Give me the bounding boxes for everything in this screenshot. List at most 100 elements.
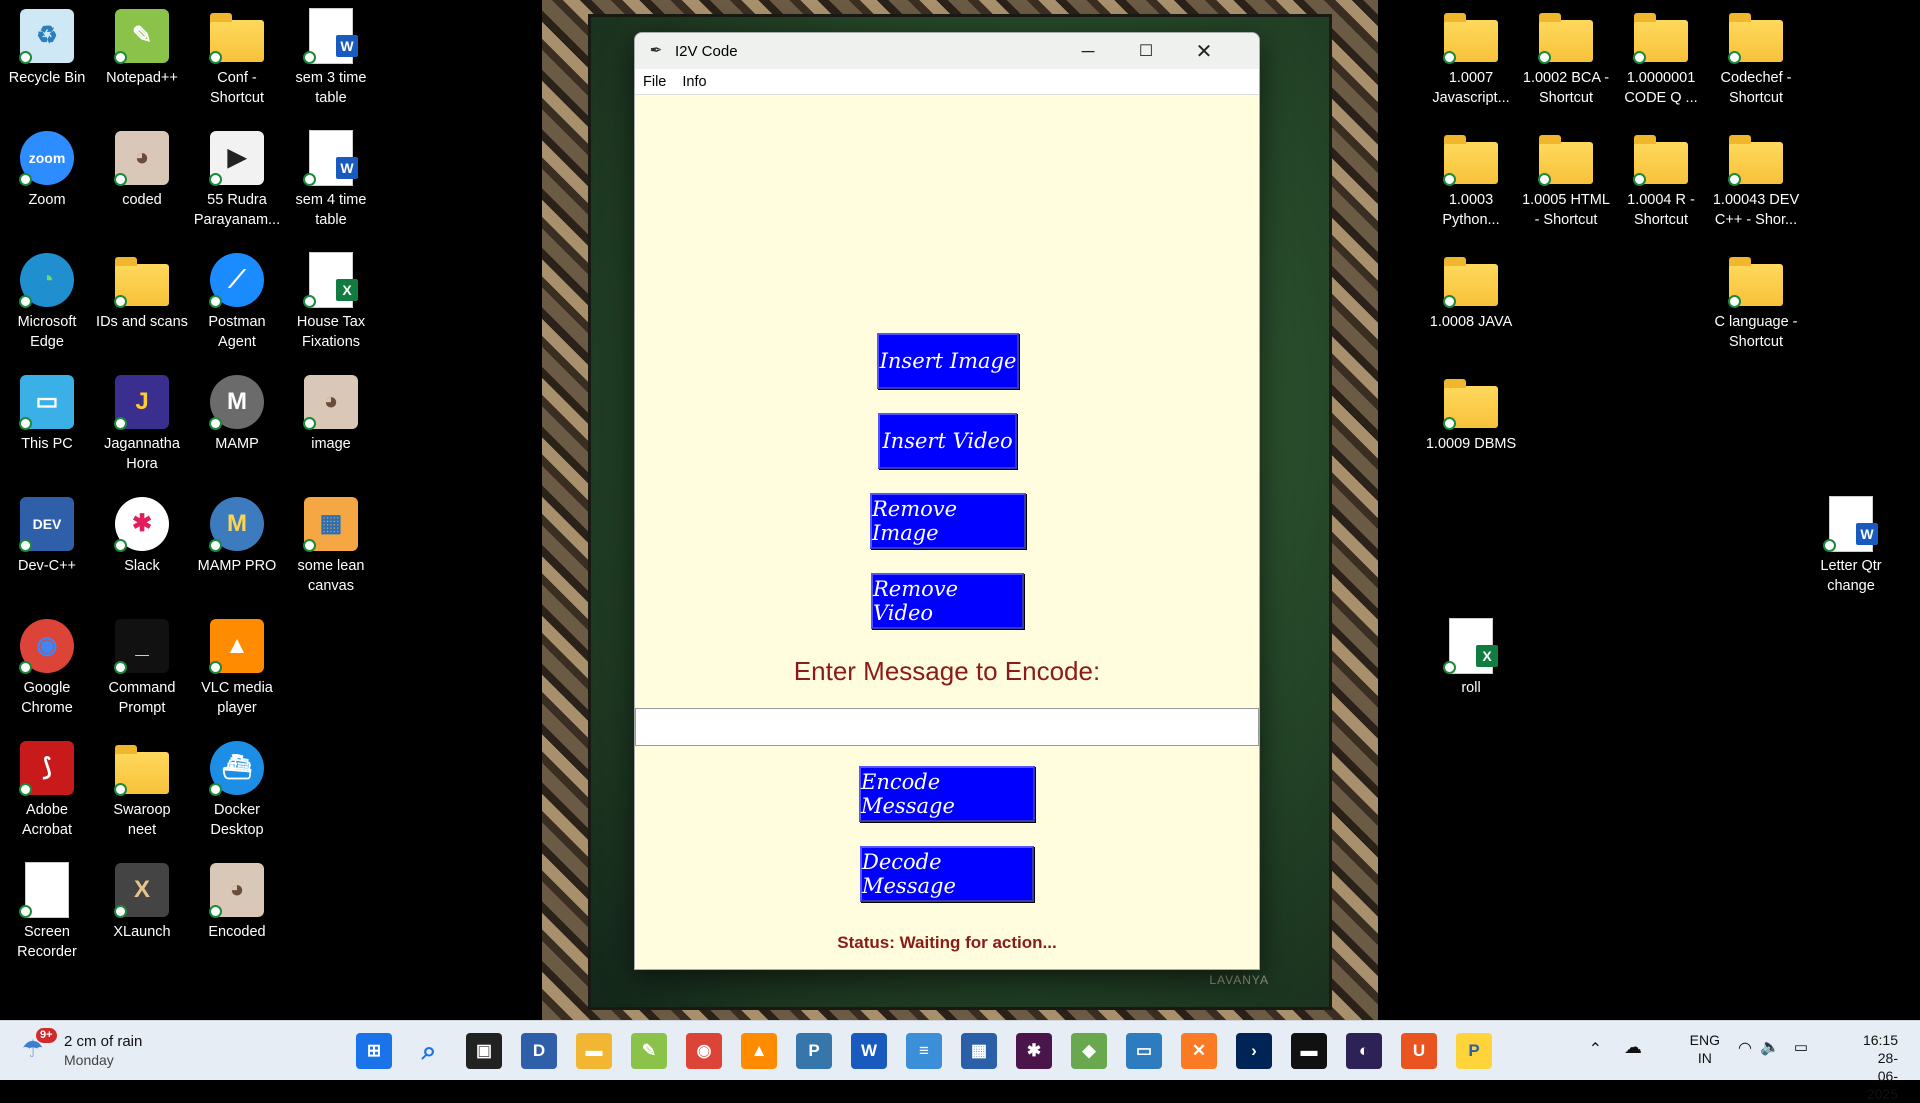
desktop-icon[interactable]: Conf - Shortcut [190, 6, 284, 108]
desktop-icon-label: Command Prompt [108, 680, 176, 716]
encode-message-button[interactable]: Encode Message [859, 766, 1035, 822]
desktop-icon[interactable]: C language - Shortcut [1709, 250, 1803, 352]
terminal-icon: _ [112, 616, 172, 676]
desktop-icon[interactable]: 1.0005 HTML - Shortcut [1519, 128, 1613, 230]
desktop-icon[interactable]: 1.0009 DBMS [1424, 372, 1518, 454]
blank-file-icon [17, 860, 77, 920]
sync-check-icon [209, 417, 222, 430]
desktop-icon[interactable]: Screen Recorder [0, 860, 94, 962]
taskbar-python-icon[interactable]: P [796, 1033, 832, 1069]
desktop-icon[interactable]: 1.0007 Javascript... [1424, 6, 1518, 108]
taskbar-eclipse-icon[interactable]: ◐ [1346, 1033, 1382, 1069]
maximize-button[interactable]: ☐ [1117, 33, 1175, 69]
desktop-icon[interactable]: W Letter Qtr change [1804, 494, 1898, 596]
taskbar-vlc-icon[interactable]: ▲ [741, 1033, 777, 1069]
sync-check-icon [1728, 173, 1741, 186]
insert-video-button[interactable]: Insert Video [878, 413, 1017, 469]
message-input[interactable] [635, 708, 1259, 746]
taskbar-store-icon[interactable]: ▦ [961, 1033, 997, 1069]
desktop-icon[interactable]: 1.0003 Python... [1424, 128, 1518, 230]
taskbar-windows-start-icon[interactable]: ⊞ [356, 1033, 392, 1069]
taskbar-notepad-plus-plus-icon[interactable]: ✎ [631, 1033, 667, 1069]
chevron-up-icon[interactable]: ⌃ [1589, 1039, 1602, 1059]
remove-video-button[interactable]: Remove Video [871, 573, 1024, 629]
desktop-icon[interactable]: 1.0000001 CODE Q ... [1614, 6, 1708, 108]
desktop-icon[interactable]: Xroll [1424, 616, 1518, 698]
sync-check-icon [303, 51, 316, 64]
window-title: I2V Code [675, 42, 738, 60]
taskbar-notepad-icon[interactable]: ≡ [906, 1033, 942, 1069]
desktop-icon[interactable]: M MAMP PRO [190, 494, 284, 576]
desktop-icon[interactable]: Codechef - Shortcut [1709, 6, 1803, 108]
desktop-icon[interactable]: DEV Dev-C++ [0, 494, 94, 576]
sync-check-icon [209, 661, 222, 674]
desktop-icon[interactable]: ✱ Slack [95, 494, 189, 576]
desktop-icon[interactable]: ⟆ Adobe Acrobat [0, 738, 94, 840]
taskbar-ubuntu-icon[interactable]: U [1401, 1033, 1437, 1069]
taskbar-python-idle-icon[interactable]: P [1456, 1033, 1492, 1069]
taskbar-git-icon[interactable]: ◆ [1071, 1033, 1107, 1069]
minimize-button[interactable]: ─ [1059, 33, 1117, 69]
sync-check-icon [1728, 295, 1741, 308]
desktop-icon[interactable]: 1.0004 R - Shortcut [1614, 128, 1708, 230]
desktop-icon[interactable]: ⛴ Docker Desktop [190, 738, 284, 840]
title-bar[interactable]: ✒ I2V Code ─ ☐ ✕ [635, 33, 1259, 69]
desktop-icon[interactable]: zoom Zoom [0, 128, 94, 210]
taskbar-task-view-icon[interactable]: ▣ [466, 1033, 502, 1069]
desktop-icon[interactable]: ◕ Encoded [190, 860, 284, 942]
taskbar-devcpp-icon[interactable]: D [521, 1033, 557, 1069]
volume-icon[interactable]: 🔈 [1760, 1037, 1780, 1057]
desktop-icon-label: Screen Recorder [17, 924, 77, 960]
desktop-icon[interactable]: _ Command Prompt [95, 616, 189, 718]
desktop-icon[interactable]: Wsem 3 time table [284, 6, 378, 108]
taskbar-chrome-icon[interactable]: ◉ [686, 1033, 722, 1069]
language-indicator[interactable]: ENG IN [1690, 1031, 1720, 1067]
desktop-icon[interactable]: IDs and scans [95, 250, 189, 332]
remove-image-button[interactable]: Remove Image [870, 493, 1026, 549]
sync-check-icon [1728, 51, 1741, 64]
close-button[interactable]: ✕ [1175, 33, 1233, 69]
taskbar-terminal-icon[interactable]: ▬ [1291, 1033, 1327, 1069]
desktop-icon[interactable]: ▶ 55 Rudra Parayanam... [190, 128, 284, 230]
desktop-icon[interactable]: ▭ This PC [0, 372, 94, 454]
desktop-icon[interactable]: Wsem 4 time table [284, 128, 378, 230]
wifi-icon[interactable]: ◠ [1738, 1038, 1752, 1058]
desktop-icon[interactable]: Swaroop neet [95, 738, 189, 840]
desktop-icon[interactable]: ◕ image [284, 372, 378, 454]
desktop-icon[interactable]: ◕ coded [95, 128, 189, 210]
desktop-icon[interactable]: X XLaunch [95, 860, 189, 942]
menu-file[interactable]: File [635, 74, 674, 90]
taskbar-xampp-icon[interactable]: ✕ [1181, 1033, 1217, 1069]
folder-icon [1536, 6, 1596, 66]
taskbar-search-icon[interactable]: ⌕ [411, 1033, 447, 1069]
menu-info[interactable]: Info [674, 74, 714, 90]
sync-check-icon [1633, 51, 1646, 64]
clock[interactable]: 16:15 28-06-2025 [1863, 1031, 1898, 1103]
taskbar-window-app-icon[interactable]: ▭ [1126, 1033, 1162, 1069]
weather-widget[interactable]: ☂ 9+ 2 cm of rain Monday [22, 1028, 202, 1073]
desktop-icon[interactable]: X House Tax Fixations [284, 250, 378, 352]
desktop-icon[interactable]: ♻ Recycle Bin [0, 6, 94, 88]
desktop-icon[interactable]: 1.00043 DEV C++ - Shor... [1709, 128, 1803, 230]
desktop-icon[interactable]: ◉ Google Chrome [0, 616, 94, 718]
taskbar-file-explorer-icon[interactable]: ▬ [576, 1033, 612, 1069]
taskbar-slack-icon[interactable]: ✱ [1016, 1033, 1052, 1069]
desktop-icon[interactable]: ▲ VLC media player [190, 616, 284, 718]
desktop-icon[interactable]: ✎ Notepad++ [95, 6, 189, 88]
desktop-icon[interactable]: ▦ some lean canvas [284, 494, 378, 596]
sync-check-icon [19, 51, 32, 64]
battery-icon[interactable]: ▭ [1794, 1038, 1808, 1056]
taskbar-powershell-icon[interactable]: › [1236, 1033, 1272, 1069]
desktop-icon[interactable]: 1.0008 JAVA [1424, 250, 1518, 332]
language-code: ENG [1689, 1032, 1720, 1048]
taskbar-word-icon[interactable]: W [851, 1033, 887, 1069]
cloud-icon[interactable]: ☁ [1624, 1037, 1642, 1058]
desktop-icon[interactable]: 1.0002 BCA - Shortcut [1519, 6, 1613, 108]
desktop-icon-label: 55 Rudra Parayanam... [193, 192, 281, 228]
insert-image-button[interactable]: Insert Image [877, 333, 1019, 389]
decode-message-button[interactable]: Decode Message [860, 846, 1034, 902]
desktop-icon[interactable]: ◔ Microsoft Edge [0, 250, 94, 352]
desktop-icon[interactable]: M MAMP [190, 372, 284, 454]
desktop-icon[interactable]: J Jagannatha Hora [95, 372, 189, 474]
desktop-icon[interactable]: ⟋ Postman Agent [190, 250, 284, 352]
